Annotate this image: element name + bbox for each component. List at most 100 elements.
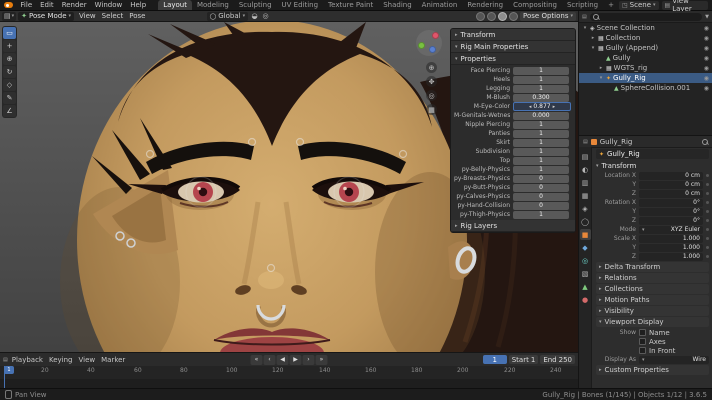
workspace-tab-layout[interactable]: Layout [158, 0, 192, 10]
current-frame-field[interactable]: 1 [483, 355, 507, 364]
tool-annotate[interactable]: ✎ [3, 92, 16, 104]
section-visibility[interactable]: ▸Visibility [596, 306, 709, 316]
animate-dot-icon[interactable] [706, 210, 709, 213]
workspace-tab-uv-editing[interactable]: UV Editing [277, 0, 324, 10]
animate-dot-icon[interactable] [706, 183, 709, 186]
rig-prop-field-m-eye-color[interactable]: ◂0.877▸ [513, 102, 571, 111]
mode-selector[interactable]: ✦ Pose Mode ▾ [18, 12, 74, 21]
disclosure-triangle[interactable]: ▾ [582, 25, 588, 31]
rig-prop-field-subdivision[interactable]: 1 [513, 148, 569, 156]
editor-type-icon[interactable]: ▤ [582, 14, 587, 20]
section-relations[interactable]: ▸Relations [596, 273, 709, 283]
animate-dot-icon[interactable] [706, 246, 709, 249]
visibility-eye-icon[interactable]: ◉ [704, 45, 709, 52]
topbar-menu-edit[interactable]: Edit [36, 1, 58, 9]
workspace-tab-rendering[interactable]: Rendering [462, 0, 508, 10]
animate-dot-icon[interactable] [706, 228, 709, 231]
shading-wireframe-icon[interactable] [476, 12, 485, 21]
animate-dot-icon[interactable] [706, 219, 709, 222]
axis-x-icon[interactable] [432, 32, 439, 39]
workspace-tab-modeling[interactable]: Modeling [192, 0, 234, 10]
section-motion-paths[interactable]: ▸Motion Paths [596, 295, 709, 305]
display-as-dropdown[interactable]: ▾ Wire [639, 356, 709, 364]
transform-field-scale-x[interactable]: 1.000 [639, 235, 703, 243]
properties-tab-world[interactable]: ◯ [580, 216, 591, 227]
timeline-ruler[interactable]: 1 20406080100120140160180200220240 [0, 366, 578, 388]
rig-prop-field-panties[interactable]: 1 [513, 130, 569, 138]
rig-prop-field-skirt[interactable]: 1 [513, 139, 569, 147]
transform-field-location-x[interactable]: 0 cm [639, 172, 703, 180]
playhead-handle[interactable]: 1 [4, 366, 14, 374]
pan-hand-icon[interactable]: ✥ [426, 76, 437, 87]
outliner-row-gully-append[interactable]: ▾▦Gully (Append)◉ [579, 43, 712, 53]
outliner-row-gully[interactable]: ▲Gully◉ [579, 53, 712, 63]
topbar-menu-help[interactable]: Help [126, 1, 150, 9]
frame-end-field[interactable]: End 250 [540, 355, 575, 364]
rig-prop-field-py-belly-physics[interactable]: 1 [513, 166, 569, 174]
transform-field-y[interactable]: 1.000 [639, 244, 703, 252]
animate-dot-icon[interactable] [706, 192, 709, 195]
viewport-menu-view[interactable]: View [76, 12, 99, 20]
viewport-menu-select[interactable]: Select [99, 12, 127, 20]
shading-material-icon[interactable] [498, 12, 507, 21]
rig-prop-field-m-genitals-wetness[interactable]: 0.000 [513, 112, 569, 120]
workspace-tab-shading[interactable]: Shading [378, 0, 416, 10]
disclosure-triangle[interactable]: ▾ [590, 45, 596, 51]
editor-type-icon[interactable]: ▤ [583, 139, 588, 145]
properties-tab-output[interactable]: ▥ [580, 177, 591, 188]
scene-selector[interactable]: ◳ Scene ▾ [619, 1, 659, 10]
transform-field-y[interactable]: 0 cm [639, 181, 703, 189]
animate-dot-icon[interactable] [706, 174, 709, 177]
jump-next-keyframe-button[interactable]: › [303, 355, 315, 365]
topbar-menu-render[interactable]: Render [58, 1, 91, 9]
rig-prop-field-m-blush[interactable]: 0.300 [513, 94, 569, 102]
editor-type-icon[interactable]: ▤ [3, 357, 8, 363]
properties-tab-scene[interactable]: ◈ [580, 203, 591, 214]
transform-orientation-selector[interactable]: ◯ Global ▾ [207, 12, 249, 21]
properties-tab-constraints[interactable]: ▧ [580, 268, 591, 279]
outliner-row-wgts-rig[interactable]: ▸▦WGTS_rig◉ [579, 63, 712, 73]
axis-z-icon[interactable] [429, 46, 436, 53]
rig-main-panel-header[interactable]: ▾ Rig Main Properties [451, 41, 575, 53]
rig-prop-field-py-thigh-physics[interactable]: 1 [513, 211, 569, 219]
disclosure-triangle[interactable]: ▸ [598, 65, 604, 71]
jump-to-start-button[interactable]: « [251, 355, 263, 365]
rig-layers-panel-header[interactable]: ▸ Rig Layers [451, 220, 575, 232]
properties-tab-object-data[interactable]: ▲ [580, 281, 591, 292]
outliner-row-gully-rig[interactable]: ▾✦Gully_Rig◉ [579, 73, 712, 83]
checkbox-axes[interactable] [639, 338, 646, 345]
workspace-tab-texture-paint[interactable]: Texture Paint [323, 0, 378, 10]
properties-tab-material[interactable]: ● [580, 294, 591, 305]
tool-scale[interactable]: ◇ [3, 79, 16, 91]
disclosure-triangle[interactable]: ▸ [590, 35, 596, 41]
transform-section-header[interactable]: ▾ Transform [596, 161, 709, 171]
checkbox-name[interactable] [639, 329, 646, 336]
transform-field-rotation-x[interactable]: 0° [639, 199, 703, 207]
outliner-row-scene-collection[interactable]: ▾◈Scene Collection◉ [579, 23, 712, 33]
animate-dot-icon[interactable] [706, 201, 709, 204]
workspace-tab-scripting[interactable]: Scripting [562, 0, 603, 10]
axis-y-icon[interactable] [418, 42, 425, 49]
jump-to-end-button[interactable]: » [316, 355, 328, 365]
properties-tab-render[interactable]: ◐ [580, 164, 591, 175]
pose-options-button[interactable]: Pose Options ▾ [520, 12, 576, 21]
transform-field-z[interactable]: 0° [639, 217, 703, 225]
transform-field-z[interactable]: 0 cm [639, 190, 703, 198]
workspace-tab-animation[interactable]: Animation [417, 0, 463, 10]
snap-magnet-icon[interactable]: ◒ [250, 12, 259, 21]
visibility-eye-icon[interactable]: ◉ [704, 55, 709, 62]
workspace-tab-[interactable]: + [603, 0, 619, 10]
rig-prop-field-nipple-piercing[interactable]: 1 [513, 121, 569, 129]
view-layer-selector[interactable]: ▤ View Layer [662, 1, 708, 10]
outliner-search-input[interactable] [590, 13, 702, 21]
animate-dot-icon[interactable] [706, 237, 709, 240]
disclosure-triangle[interactable]: ▾ [598, 75, 604, 81]
increment-arrow-icon[interactable]: ▸ [553, 104, 556, 110]
properties-tab-physics[interactable]: ◎ [580, 255, 591, 266]
timeline-menu-keying[interactable]: Keying [46, 356, 76, 364]
tool-select-box[interactable]: ▭ [3, 27, 16, 39]
jump-prev-keyframe-button[interactable]: ‹ [264, 355, 276, 365]
viewport-display-header[interactable]: ▾ Viewport Display [596, 317, 709, 327]
outliner-row-spherecollision-001[interactable]: ▲SphereCollision.001◉ [579, 83, 712, 93]
transform-field-z[interactable]: 1.000 [639, 253, 703, 261]
